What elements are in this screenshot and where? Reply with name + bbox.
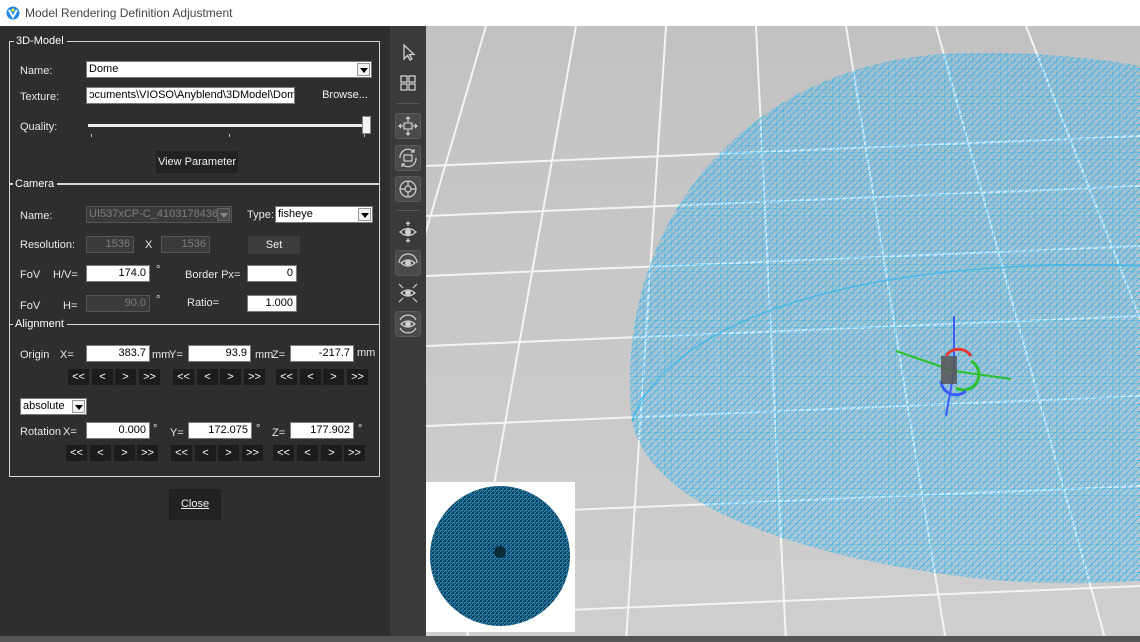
grid-icon[interactable] [395, 70, 421, 96]
orbit-icon[interactable] [395, 176, 421, 202]
window-title: Model Rendering Definition Adjustment [25, 6, 233, 20]
camera-alignment-frame [9, 184, 380, 477]
status-strip [0, 636, 1140, 642]
window: Model Rendering Definition Adjustment 3D… [0, 0, 1140, 642]
title-bar: Model Rendering Definition Adjustment [0, 0, 1140, 26]
texture-field[interactable]: ɔcuments\VIOSO\Anyblend\3DModel\Dome.png [86, 87, 295, 104]
view-toolbar [390, 26, 426, 642]
eye-reset-icon[interactable] [395, 311, 421, 337]
model-legend: 3D-Model [14, 35, 67, 47]
move-camera-icon[interactable] [395, 113, 421, 139]
eye-scale-icon[interactable] [395, 280, 421, 306]
view-parameter-button[interactable]: View Parameter [156, 151, 238, 173]
browse-button[interactable]: Browse... [318, 86, 372, 104]
chevron-down-icon[interactable] [357, 63, 370, 76]
app-icon [6, 6, 20, 20]
pointer-icon[interactable] [395, 39, 421, 65]
quality-slider[interactable] [86, 115, 372, 139]
model-name-select[interactable]: Dome [86, 61, 372, 78]
settings-panel: 3D-Model Name: Dome Texture: ɔcuments\VI… [0, 26, 390, 642]
close-button[interactable]: Close [169, 489, 221, 520]
slider-thumb[interactable] [362, 116, 371, 134]
model-name-label: Name: [20, 65, 53, 77]
eye-move-icon[interactable] [395, 219, 421, 245]
rotate-camera-icon[interactable] [395, 145, 421, 171]
quality-label: Quality: [20, 121, 58, 133]
texture-label: Texture: [20, 91, 60, 103]
camera-preview [426, 482, 575, 632]
3d-viewport[interactable] [426, 26, 1140, 642]
eye-rotate-icon[interactable] [395, 250, 421, 276]
slider-track [88, 124, 368, 127]
